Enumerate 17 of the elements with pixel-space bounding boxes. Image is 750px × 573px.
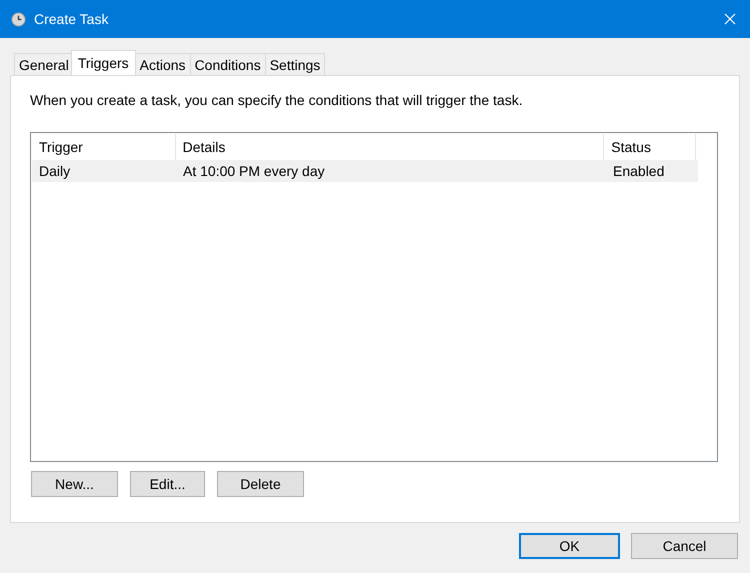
button[interactable]: OK bbox=[519, 533, 620, 559]
window-title: Create Task bbox=[34, 11, 108, 27]
button[interactable]: Cancel bbox=[631, 533, 738, 559]
button[interactable]: Edit... bbox=[130, 471, 205, 497]
close-icon[interactable] bbox=[724, 13, 736, 25]
clock-icon bbox=[11, 12, 26, 26]
table-cell-text: Daily bbox=[38, 163, 72, 179]
trigger-list[interactable]: Trigger Details Status Daily At 10:00 PM every day Enabled bbox=[30, 132, 718, 462]
tab[interactable]: Settings bbox=[264, 53, 326, 75]
description-text: When you create a task, you can specify the conditions that will trigger the task. bbox=[30, 92, 524, 110]
button[interactable]: Delete bbox=[217, 471, 304, 497]
tab[interactable]: Triggers bbox=[70, 50, 136, 75]
table-row[interactable]: Daily At 10:00 PM every day Enabled bbox=[32, 160, 698, 182]
table-cell-text: At 10:00 PM every day bbox=[182, 163, 326, 179]
button[interactable]: New... bbox=[31, 471, 118, 497]
tab[interactable]: General bbox=[14, 53, 74, 75]
table-cell-text: Enabled bbox=[612, 163, 666, 179]
